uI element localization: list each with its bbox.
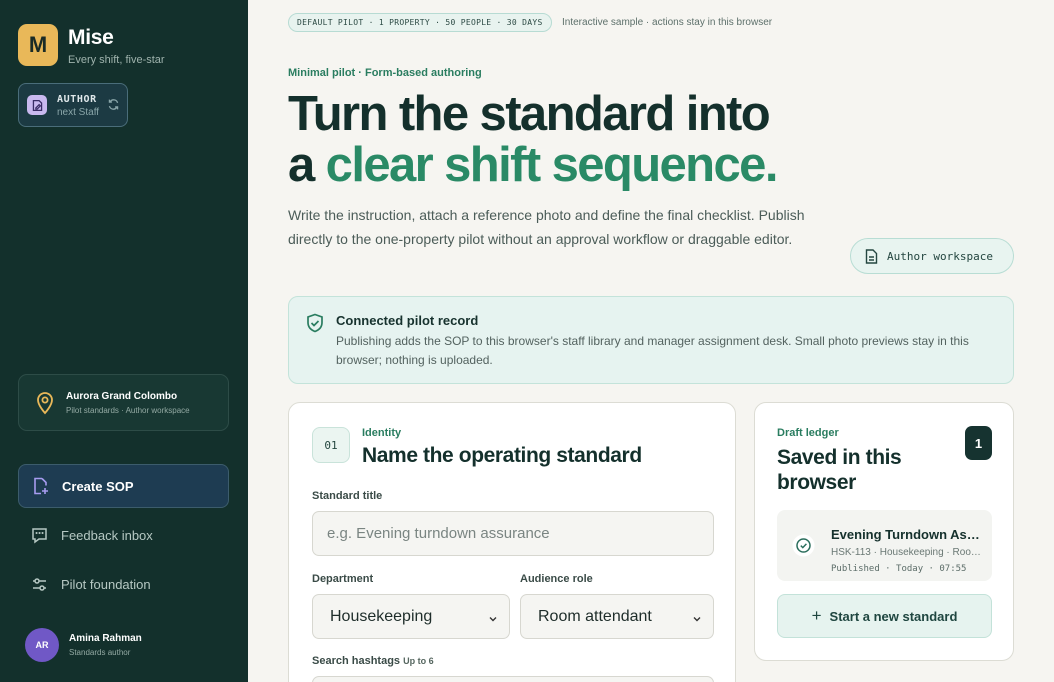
nav-pilot-foundation[interactable]: Pilot foundation (18, 562, 229, 606)
draft-meta: HSK-113 · Housekeeping · Room attendant (831, 547, 983, 558)
hashtags-label-text: Search hashtags (312, 655, 401, 667)
map-pin-icon (35, 391, 55, 420)
role-next: next Staff (57, 107, 100, 118)
step-number: 01 (312, 427, 350, 463)
check-circle-icon (791, 533, 816, 563)
audience-label: Audience role (520, 573, 593, 585)
nav-feedback-inbox[interactable]: Feedback inbox (18, 513, 229, 557)
role-title: AUTHOR (57, 94, 97, 105)
nav-create-sop[interactable]: Create SOP (18, 464, 229, 508)
create-doc-icon (31, 477, 49, 495)
refresh-icon (107, 98, 120, 116)
author-workspace-label: Author workspace (887, 249, 993, 263)
plus-icon: + (811, 606, 822, 625)
department-label: Department (312, 573, 374, 585)
connected-record-notice: Connected pilot record Publishing adds t… (288, 296, 1014, 384)
hashtags-hint: Up to 6 (403, 656, 434, 666)
feedback-icon (30, 526, 48, 544)
notice-title: Connected pilot record (336, 313, 479, 328)
property-card[interactable]: Aurora Grand Colombo Pilot standards · A… (18, 374, 229, 431)
role-switcher[interactable]: AUTHOR next Staff (18, 83, 128, 127)
chevron-down-icon (488, 611, 498, 629)
hashtags-input[interactable] (312, 676, 714, 682)
title-accent: clear shift sequence. (325, 138, 779, 192)
edit-document-icon (27, 95, 47, 115)
step-kicker: Identity (362, 427, 402, 439)
sample-note: Interactive sample · actions stay in thi… (562, 17, 773, 28)
brand-name: Mise (68, 26, 114, 49)
step-title: Name the operating standard (362, 444, 642, 467)
audience-value: Room attendant (538, 607, 652, 625)
standard-title-input[interactable] (312, 511, 714, 556)
author-workspace-button[interactable]: Author workspace (850, 238, 1014, 274)
user-avatar[interactable]: AR (25, 628, 59, 662)
shield-check-icon (306, 313, 324, 338)
audience-select[interactable]: Room attendant (520, 594, 714, 639)
identity-form-card: 01 Identity Name the operating standard … (288, 402, 736, 682)
brand-tagline: Every shift, five-star (68, 54, 165, 66)
list-item[interactable]: Evening Turndown Assurance HSK-113 · Hou… (777, 510, 992, 581)
user-role: Standards author (69, 648, 131, 657)
hashtags-label: Search hashtags Up to 6 (312, 655, 434, 667)
ledger-kicker: Draft ledger (777, 427, 839, 439)
title-line-2-prefix: a (288, 138, 326, 192)
notice-body: Publishing adds the SOP to this browser'… (336, 334, 969, 367)
sliders-icon (30, 575, 48, 593)
start-new-standard-button[interactable]: + Start a new standard (777, 594, 992, 638)
chevron-down-icon (692, 611, 702, 629)
sidebar: M Mise Every shift, five-star AUTHOR nex… (0, 0, 248, 682)
pilot-chip: DEFAULT PILOT · 1 PROPERTY · 50 PEOPLE ·… (288, 13, 552, 32)
document-icon (865, 248, 878, 264)
nav-label: Feedback inbox (61, 527, 153, 543)
department-value: Housekeeping (330, 607, 433, 625)
page-title: Turn the standard into a clear shift seq… (288, 87, 779, 192)
hero-eyebrow: Minimal pilot · Form-based authoring (288, 67, 482, 79)
draft-title: Evening Turndown Assurance (831, 527, 983, 542)
standard-title-label: Standard title (312, 490, 383, 502)
nav-label: Pilot foundation (61, 576, 151, 592)
draft-count-badge: 1 (965, 426, 992, 460)
brand-logo[interactable]: M (18, 24, 58, 66)
hero-lead: Write the instruction, attach a referenc… (288, 207, 805, 247)
draft-ledger-card: Draft ledger Saved in this browser 1 Eve… (754, 402, 1014, 661)
start-new-standard-label: Start a new standard (829, 608, 958, 624)
ledger-title: Saved in this browser (777, 446, 902, 494)
department-select[interactable]: Housekeeping (312, 594, 510, 639)
property-sub: Pilot standards · Author workspace (66, 406, 190, 415)
user-name: Amina Rahman (69, 633, 142, 644)
title-line-1: Turn the standard into (288, 87, 771, 141)
draft-status: Published · Today · 07:55 (831, 564, 967, 574)
property-name: Aurora Grand Colombo (66, 391, 178, 402)
nav-label: Create SOP (62, 478, 134, 494)
